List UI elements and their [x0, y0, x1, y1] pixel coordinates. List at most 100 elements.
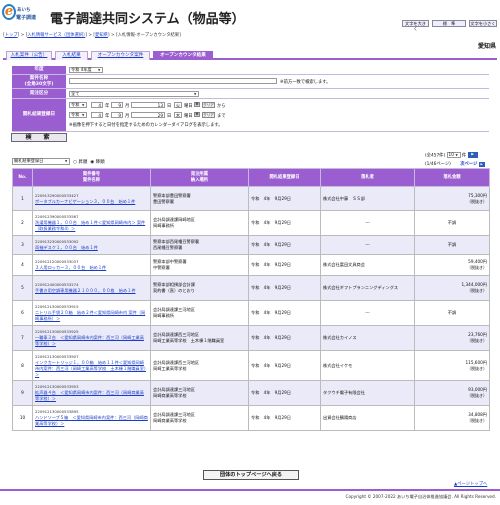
nendo-row: 年度 令和 4年度 ▼	[12, 66, 489, 75]
date-row: 開札結果登録日 令和 ▼ 4 年 9 月 13 日 火 曜日 ▦ クリア から 令…	[12, 99, 489, 132]
to-day-input[interactable]: 29	[131, 112, 165, 118]
case-name-link[interactable]: ハンドソープ５箱 ＜愛知県岡崎市内案件：西三河（岡崎商業高等学校）＞	[35, 415, 148, 427]
to-era-select[interactable]: 令和 ▼	[69, 112, 87, 118]
case-name-link[interactable]: ３人用ロッカー３，００台 始め１件	[35, 265, 148, 271]
font-standard-button[interactable]: 標 準	[432, 20, 466, 27]
result-date: 令和 4年 9月29日	[248, 300, 321, 326]
case-name-link[interactable]: インクカートリッジ１，００箱 始め１１件＜愛知県岡崎市内案件：西三河（岡崎工業高…	[35, 360, 148, 378]
winner: ---	[320, 235, 415, 255]
logo-icon: e	[2, 4, 16, 20]
search-button[interactable]: 検 索	[11, 133, 67, 142]
header-case: 案件番号 案件名称	[32, 168, 151, 187]
chevron-down-icon: ▼	[82, 103, 85, 107]
case-name-link[interactable]: 一輪車３台 ＜愛知県岡崎市内案件：西三河（岡崎工業高等学校）＞	[35, 335, 148, 347]
chevron-down-icon: ▼	[82, 113, 85, 117]
from-clear-button[interactable]: クリア	[202, 102, 215, 108]
case-name-link[interactable]: 両袖デスク１，００台 始め１件	[35, 245, 148, 251]
row-no: 5	[12, 275, 33, 301]
delivery-place: 豊田警察署	[153, 198, 174, 204]
radio-ascending[interactable]: ○	[73, 160, 77, 165]
case-cell: 220912390000533567 洗濯用機器１，００台 始め１件＜愛知県岡崎市…	[32, 210, 151, 236]
next-arrow-icon[interactable]: ▶	[478, 161, 485, 167]
tab-open-counter-cases[interactable]: オープンカウンタ案件	[91, 51, 150, 60]
result-date: 令和 4年 9月29日	[248, 254, 321, 276]
breadcrumb: [トップ] > [入札情報サービス（団体選択）] > [愛知県] > [入札情報…	[3, 33, 181, 38]
delivery-place: 岡崎工業高等学校 土木棟１階職員室	[153, 338, 225, 343]
header-winner: 落札者	[320, 168, 415, 187]
row-no: 2	[12, 210, 33, 236]
case-cell: 220913230000533092 両袖デスク１，００台 始め１件	[32, 235, 151, 255]
winner: 株式会社イケモ	[320, 350, 415, 381]
breadcrumb-top-link[interactable]: トップ	[5, 33, 18, 38]
amount-cell: 不調	[414, 210, 490, 236]
calendar-note: ※画像を押下すると日付を指定するためのカレンダーダイアログを表示します。	[69, 123, 223, 128]
date-label: 開札結果登録日	[12, 99, 66, 131]
from-weekday: 火	[174, 102, 182, 108]
row-no: 4	[12, 254, 33, 276]
case-name-link[interactable]: 拡声器４台 ＜愛知県岡崎市内案件：西三河（岡崎商業高等学校）＞	[35, 390, 148, 402]
header-org: 発注所属 納入場所	[150, 168, 249, 187]
table-row: 10 220912130000533895 ハンドソープ５箱 ＜愛知県岡崎市内案件：…	[12, 405, 490, 431]
table-row: 7 220912130000533925 一輪車３台 ＜愛知県岡崎市内案件：西三河（…	[12, 325, 490, 351]
from-day-input[interactable]: 13	[131, 102, 165, 108]
nendo-select[interactable]: 令和 4年度 ▼	[69, 67, 103, 73]
amount-cell: 34,808円 （税抜き）	[414, 405, 490, 431]
to-year-input[interactable]: 4	[91, 112, 103, 118]
from-calendar-icon[interactable]: ▦	[194, 102, 200, 107]
org-top-button[interactable]: 団体のトップページへ戻る	[203, 470, 299, 480]
header: e あいち 電子調達 電子調達共同システム（物品等） 文字を大きく 標 準 文字…	[0, 0, 500, 31]
font-larger-button[interactable]: 文字を大きく	[402, 20, 429, 31]
sort-field-select[interactable]: 開札結果登録日 ▼	[12, 158, 70, 165]
to-weekday: 木	[174, 112, 182, 118]
tab-bid-results[interactable]: 入札結果	[55, 51, 88, 60]
row-no: 7	[12, 325, 33, 351]
tab-open-counter-results[interactable]: オープンカウンタ結果	[153, 51, 213, 60]
case-name-link[interactable]: ポータブルカーナビゲーション３，００台 始め１件	[35, 199, 148, 205]
winner: 株式会社カイノス	[320, 325, 415, 351]
to-clear-button[interactable]: クリア	[202, 112, 215, 118]
tax-note: （税抜き）	[467, 418, 487, 423]
case-cell: 220912120000533037 ３人用ロッカー３，００台 始め１件	[32, 254, 151, 276]
tab-bid-cases[interactable]: 入札案件（公告）	[6, 51, 52, 60]
case-name-input[interactable]	[69, 78, 277, 84]
case-name-row: 案件名称 (全角30文字) ※前方一致で検索します。	[12, 75, 489, 89]
table-row: 8 220912130000533907 インクカートリッジ１，００箱 始め１１件＜…	[12, 350, 490, 381]
chevron-down-icon: ▼	[65, 159, 68, 163]
case-cell: 220913290000533427 ポータブルカーナビゲーション３，００台 始め…	[32, 186, 151, 211]
font-smaller-button[interactable]: 文字を小さく	[469, 20, 497, 27]
winner: タクウチ電子有限会社	[320, 380, 415, 406]
result-date: 令和 4年 9月29日	[248, 405, 321, 431]
per-page-apply-icon[interactable]: ▶	[467, 152, 478, 158]
delivery-place: 中警察署	[153, 265, 170, 270]
table-row: 4 220912120000533037 ３人用ロッカー３，００台 始め１件 警察本部…	[12, 254, 490, 276]
breadcrumb-service-link[interactable]: 入札情報サービス（団体選択）	[27, 33, 85, 38]
from-era-select[interactable]: 令和 ▼	[69, 102, 87, 108]
case-name-link[interactable]: 手書き用空調専用機器２１０００，００枚 始め１件	[35, 288, 148, 294]
order-type-label: 発注区分	[12, 89, 66, 98]
from-year-input[interactable]: 4	[91, 102, 103, 108]
total-count: (全457件)	[425, 153, 446, 159]
case-name-link[interactable]: 洗濯用機器１，００台 始め１件＜愛知県岡崎市内＞ 案件（取扱業務令和4）＞	[35, 220, 148, 232]
to-calendar-icon[interactable]: ▦	[194, 112, 200, 117]
row-no: 1	[12, 186, 33, 211]
breadcrumb-pref-link[interactable]: 愛知県	[95, 33, 108, 38]
prefecture-label: 愛知県	[478, 43, 497, 50]
results-table: No. 案件番号 案件名称 発注所属 納入場所 開札結果登録日 落札者 落札金額…	[12, 168, 490, 431]
breadcrumb-current: 入札情報-オープンカウンタ結果	[117, 33, 180, 38]
delivery-place: 西尾幡豆警察署	[153, 245, 183, 250]
search-form: 年度 令和 4年度 ▼ 案件名称 (全角30文字) ※前方一致で検索します。 発注…	[12, 66, 489, 132]
org-cell: 会計局調達課三河地区 岡崎商業高等学校	[150, 380, 249, 406]
order-type-select[interactable]: 全て ▼	[69, 91, 199, 97]
case-name-link[interactable]: ニトリル手袋２０箱 始め２件＜愛知県岡崎市内 案件（岡崎事務所）＞	[35, 310, 148, 322]
from-month-input[interactable]: 9	[111, 102, 123, 108]
org-cell: 警察本部中警察署 中警察署	[150, 254, 249, 276]
amount-cell: 1,344,000円 （税抜き）	[414, 275, 490, 301]
tax-note: （税抜き）	[467, 338, 487, 343]
amount-cell: 93,000円 （税抜き）	[414, 380, 490, 406]
nendo-label: 年度	[12, 66, 66, 74]
radio-descending[interactable]: ◉	[90, 160, 94, 165]
per-page-select[interactable]: 10 ▼	[446, 152, 461, 158]
to-month-input[interactable]: 9	[111, 112, 123, 118]
page-top-link[interactable]: ▲ページトップへ	[454, 481, 487, 487]
next-page-link[interactable]: 次ページ	[460, 162, 477, 167]
